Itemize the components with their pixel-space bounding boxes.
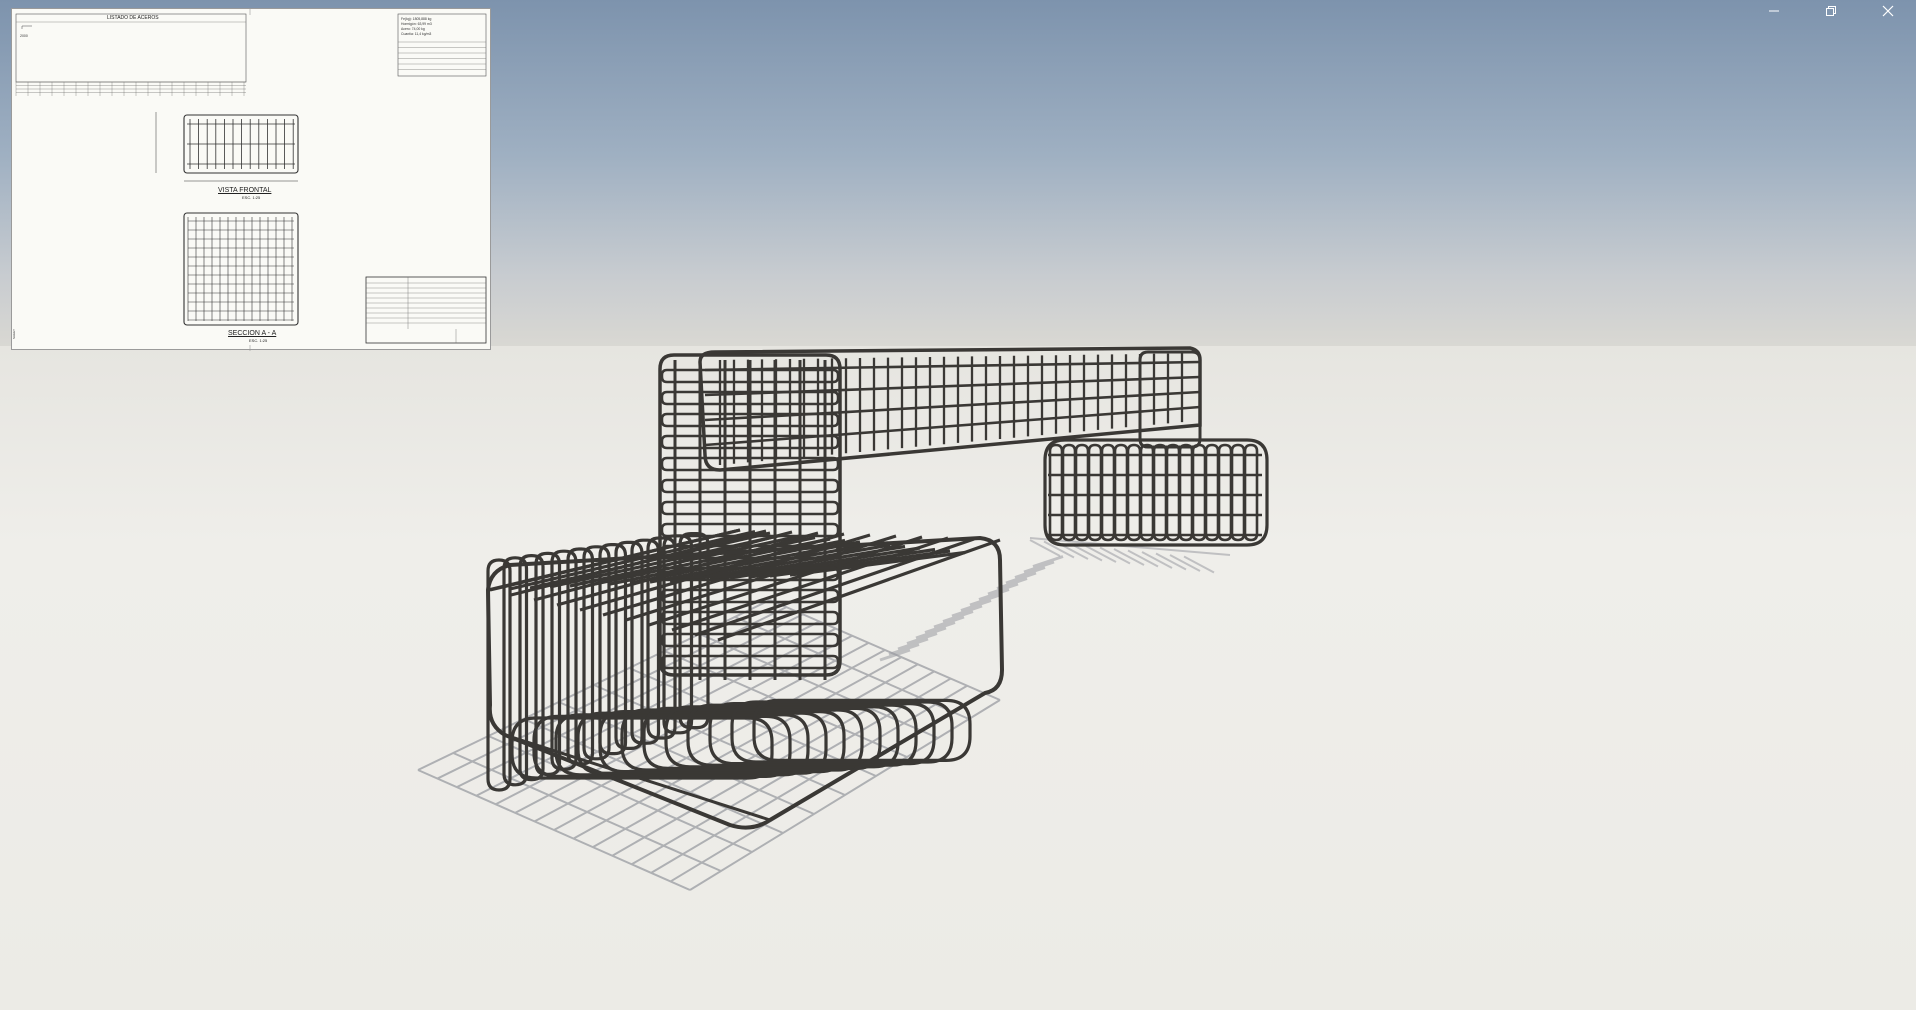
column-cage xyxy=(658,353,842,680)
window-controls xyxy=(1745,0,1916,22)
title-block xyxy=(365,276,487,344)
minimize-button[interactable] xyxy=(1745,0,1802,22)
weights-row: Cuantía: 11,4 kg/m3 xyxy=(401,32,431,36)
close-icon xyxy=(1882,5,1893,17)
svg-text:2000: 2000 xyxy=(20,34,28,38)
section-scale: ESC. 1:25 xyxy=(249,338,268,343)
section-view-drawing xyxy=(183,212,299,326)
weights-table: Fe(kg): 1805,888 kgHormigón: 63,99 m3Ace… xyxy=(397,13,487,77)
weights-row: Hormigón: 63,99 m3 xyxy=(401,22,432,26)
restore-button[interactable] xyxy=(1802,0,1859,22)
svg-text:SHEET: SHEET xyxy=(12,329,16,339)
weights-row: Acero: 74,00 kg xyxy=(401,27,425,31)
restore-icon xyxy=(1825,6,1836,16)
close-button[interactable] xyxy=(1859,0,1916,22)
front-view-title: VISTA FRONTAL xyxy=(218,187,272,194)
front-view-scale: ESC. 1:25 xyxy=(242,195,261,200)
rebar-cages xyxy=(485,346,1269,830)
front-view-drawing xyxy=(155,112,299,182)
drawing-sheet-panel[interactable]: 2000 Fe(kg): 1805,888 kg Hormigón: 63,99 … xyxy=(11,8,491,351)
beam-cage xyxy=(698,346,1202,472)
weights-row: Fe(kg): 1805,888 kg xyxy=(401,17,431,21)
list-header-title: LISTADO DE ACEROS xyxy=(107,15,159,21)
section-title: SECCION A - A xyxy=(228,330,277,337)
minimize-icon xyxy=(1768,10,1779,12)
small-footing-cage xyxy=(1043,438,1269,547)
drawing-sheet-graphics: 2000 Fe(kg): 1805,888 kgHormigón: 63,99 … xyxy=(12,9,487,351)
